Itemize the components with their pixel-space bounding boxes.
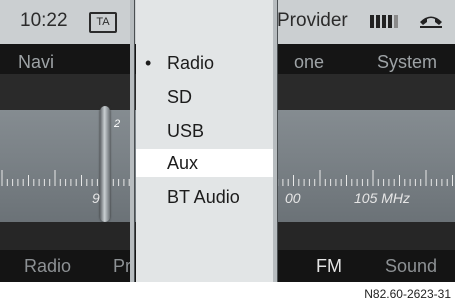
source-item-label: SD xyxy=(167,87,193,107)
clock-time: 10:22 xyxy=(20,10,68,31)
frequency-label-mid: 00 xyxy=(285,190,301,206)
source-item-usb[interactable]: USB xyxy=(136,117,273,145)
softkey-radio[interactable]: Radio xyxy=(24,256,71,277)
source-item-aux[interactable]: Aux xyxy=(136,149,273,177)
selected-bullet-icon: • xyxy=(145,53,152,73)
softkey-sound[interactable]: Sound xyxy=(385,256,437,277)
menu-item-navi[interactable]: Navi xyxy=(18,52,54,73)
phone-handset-icon xyxy=(420,16,442,28)
preset-number: 2 xyxy=(114,118,121,130)
frequency-label-right: 105 MHz xyxy=(354,190,411,206)
signal-strength-icon xyxy=(370,15,398,28)
source-item-label: USB xyxy=(167,121,205,141)
menu-item-system[interactable]: System xyxy=(377,52,437,73)
softkey-presets[interactable]: Pr xyxy=(113,256,131,277)
head-unit-screen: 10:22 TA Provider Navi one System 2 9 00… xyxy=(0,0,455,282)
figure-code: N82.60-2623-31 xyxy=(364,287,451,301)
dropdown-border-left xyxy=(134,0,135,282)
tuning-slider[interactable] xyxy=(100,106,110,222)
source-item-label: BT Audio xyxy=(167,187,240,207)
menu-item-phone[interactable]: one xyxy=(294,52,324,73)
source-item-label: Radio xyxy=(167,53,215,73)
source-item-radio[interactable]: • Radio xyxy=(136,49,273,77)
softkey-fm[interactable]: FM xyxy=(316,256,342,277)
provider-name: Provider xyxy=(277,10,348,31)
source-item-sd[interactable]: SD xyxy=(136,83,273,111)
source-item-bt-audio[interactable]: BT Audio xyxy=(136,183,273,211)
frequency-label-left: 9 xyxy=(92,190,100,206)
dropdown-border-right xyxy=(277,0,278,282)
source-item-label: Aux xyxy=(167,153,199,173)
ta-badge: TA xyxy=(89,12,117,33)
